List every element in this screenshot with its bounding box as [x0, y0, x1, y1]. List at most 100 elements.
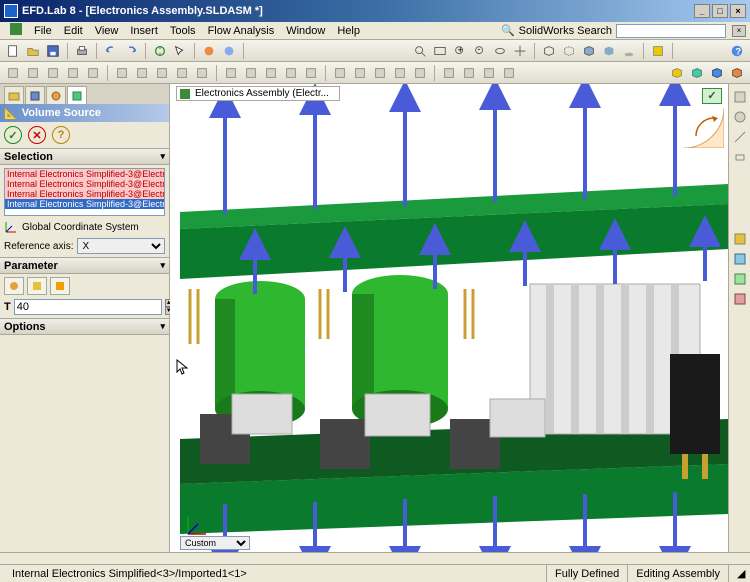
tb-redo[interactable]	[122, 42, 140, 60]
tb2-btn-5[interactable]	[113, 64, 131, 82]
tb-open[interactable]	[24, 42, 42, 60]
menu-file[interactable]: File	[28, 23, 58, 39]
tb-help[interactable]: ?	[728, 42, 746, 60]
side-tab-property[interactable]	[25, 86, 45, 104]
tb-pan[interactable]	[511, 42, 529, 60]
tb2-iso2[interactable]	[688, 64, 706, 82]
tb-wireframe[interactable]	[540, 42, 558, 60]
tb-shaded[interactable]	[600, 42, 618, 60]
tb-hidden[interactable]	[560, 42, 578, 60]
tb2-btn-3[interactable]	[64, 64, 82, 82]
document-tab[interactable]: Electronics Assembly (Electr...	[176, 86, 340, 101]
tb2-iso1[interactable]	[668, 64, 686, 82]
tb2-btn-20[interactable]	[440, 64, 458, 82]
rotate-corner[interactable]	[684, 108, 724, 148]
tb-zoom-area[interactable]	[411, 42, 429, 60]
selection-header[interactable]: Selection▾	[0, 149, 169, 165]
search-input[interactable]	[616, 24, 726, 38]
tb2-btn-13[interactable]	[282, 64, 300, 82]
tb-save[interactable]	[44, 42, 62, 60]
param-btn-3[interactable]	[50, 277, 70, 295]
rb-7[interactable]	[731, 270, 749, 288]
tb-rebuild[interactable]	[151, 42, 169, 60]
tb2-btn-2[interactable]	[44, 64, 62, 82]
rb-6[interactable]	[731, 250, 749, 268]
menu-tools[interactable]: Tools	[164, 23, 202, 39]
tb-new[interactable]	[4, 42, 22, 60]
tb2-btn-8[interactable]	[173, 64, 191, 82]
rb-1[interactable]	[731, 88, 749, 106]
parameter-header[interactable]: Parameter▾	[0, 258, 169, 274]
tb2-btn-10[interactable]	[222, 64, 240, 82]
menu-view[interactable]: View	[89, 23, 125, 39]
tb-shaded-edges[interactable]	[580, 42, 598, 60]
tb2-btn-22[interactable]	[480, 64, 498, 82]
tb2-btn-11[interactable]	[242, 64, 260, 82]
selection-list[interactable]: Internal Electronics Simplified-3@Electr…	[4, 168, 165, 216]
tb-undo[interactable]	[102, 42, 120, 60]
tb-zoom-fit[interactable]	[431, 42, 449, 60]
temp-input[interactable]	[14, 299, 162, 315]
menu-edit[interactable]: Edit	[58, 23, 89, 39]
tb-color[interactable]	[200, 42, 218, 60]
tb-section[interactable]	[649, 42, 667, 60]
side-tab-flow[interactable]	[67, 86, 87, 104]
tb2-btn-18[interactable]	[391, 64, 409, 82]
rb-5[interactable]	[731, 230, 749, 248]
tb-rotate[interactable]	[491, 42, 509, 60]
options-header[interactable]: Options▾	[0, 319, 169, 335]
maximize-button[interactable]: □	[712, 4, 728, 18]
tb2-btn-14[interactable]	[302, 64, 320, 82]
rb-4[interactable]	[731, 148, 749, 166]
ok-button[interactable]: ✓	[4, 126, 22, 144]
tb2-btn-19[interactable]	[411, 64, 429, 82]
tb2-btn-4[interactable]	[84, 64, 102, 82]
help-button[interactable]: ?	[52, 126, 70, 144]
tb-zoom-in[interactable]: +	[451, 42, 469, 60]
param-btn-1[interactable]	[4, 277, 24, 295]
menu-flow-analysis[interactable]: Flow Analysis	[202, 23, 281, 39]
confirm-checkmark[interactable]: ✓	[702, 88, 722, 104]
tb2-btn-16[interactable]	[351, 64, 369, 82]
tb2-btn-7[interactable]	[153, 64, 171, 82]
rb-3[interactable]	[731, 128, 749, 146]
param-btn-2[interactable]	[27, 277, 47, 295]
view-select[interactable]: Custom	[180, 536, 250, 550]
tb-zoom-out[interactable]: -	[471, 42, 489, 60]
tb-print[interactable]	[73, 42, 91, 60]
mdi-close-button[interactable]: ×	[732, 25, 746, 37]
tb2-btn-23[interactable]	[500, 64, 518, 82]
menu-insert[interactable]: Insert	[124, 23, 164, 39]
tb-select[interactable]	[171, 42, 189, 60]
close-button[interactable]: ×	[730, 4, 746, 18]
tb2-btn-1[interactable]	[24, 64, 42, 82]
side-tab-feature[interactable]	[4, 86, 24, 104]
ref-axis-select[interactable]: X	[77, 238, 165, 254]
tb2-btn-21[interactable]	[460, 64, 478, 82]
menu-sys-icon[interactable]	[4, 21, 28, 40]
rb-8[interactable]	[731, 290, 749, 308]
tb2-btn-0[interactable]	[4, 64, 22, 82]
viewport-3d[interactable]: Electronics Assembly (Electr... ✓	[170, 84, 728, 552]
tb2-iso3[interactable]	[708, 64, 726, 82]
view-orientation-dropdown[interactable]: Custom	[180, 536, 250, 550]
selection-item[interactable]: Internal Electronics Simplified-3@Electr	[5, 189, 164, 199]
tb2-iso4[interactable]	[728, 64, 746, 82]
tb2-btn-9[interactable]	[193, 64, 211, 82]
tb-shadow[interactable]	[620, 42, 638, 60]
menu-window[interactable]: Window	[280, 23, 331, 39]
tb-material[interactable]	[220, 42, 238, 60]
tb2-btn-17[interactable]	[371, 64, 389, 82]
selection-item[interactable]: Internal Electronics Simplified-3@Electr	[5, 169, 164, 179]
svg-text:-: -	[477, 44, 480, 55]
selection-item[interactable]: Internal Electronics Simplified-3@Electr	[5, 179, 164, 189]
rb-2[interactable]	[731, 108, 749, 126]
cancel-button[interactable]: ✕	[28, 126, 46, 144]
side-tab-config[interactable]	[46, 86, 66, 104]
selection-item-selected[interactable]: Internal Electronics Simplified-3@Electr	[5, 199, 164, 209]
tb2-btn-6[interactable]	[133, 64, 151, 82]
tb2-btn-12[interactable]	[262, 64, 280, 82]
tb2-btn-15[interactable]	[331, 64, 349, 82]
menu-help[interactable]: Help	[331, 23, 366, 39]
minimize-button[interactable]: _	[694, 4, 710, 18]
